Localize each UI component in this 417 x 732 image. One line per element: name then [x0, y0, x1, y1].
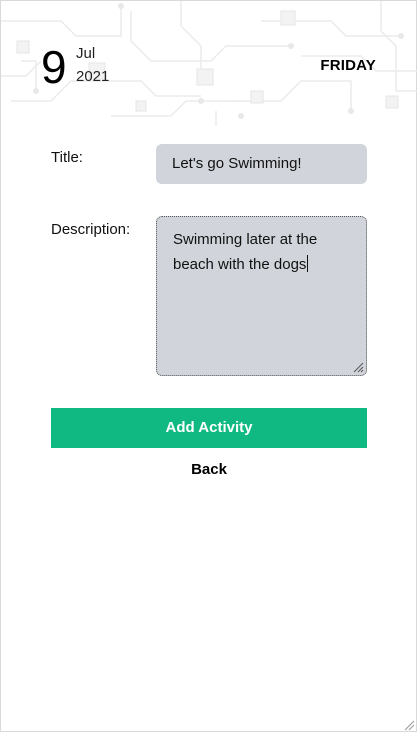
date-day: 9 [41, 41, 67, 93]
back-button[interactable]: Back [159, 459, 259, 481]
description-textarea[interactable]: Swimming later at the beach with the dog… [156, 216, 367, 376]
text-caret [307, 255, 309, 272]
description-label: Description: [51, 221, 131, 238]
title-input[interactable]: Let's go Swimming! [156, 144, 367, 184]
date-month: Jul [76, 45, 96, 62]
app-frame: 9 Jul 2021 FRIDAY Title: Let's go Swimmi… [0, 0, 417, 732]
date-weekday: FRIDAY [320, 57, 376, 74]
add-activity-button[interactable]: Add Activity [51, 408, 367, 448]
title-label: Title: [51, 149, 83, 166]
window-resize-grip-icon[interactable] [403, 719, 415, 731]
date-year: 2021 [76, 68, 110, 85]
date-header: 9 Jul 2021 FRIDAY [1, 1, 417, 126]
resize-grip-icon[interactable] [352, 361, 364, 373]
description-text: Swimming later at the beach with the dog… [173, 231, 318, 273]
